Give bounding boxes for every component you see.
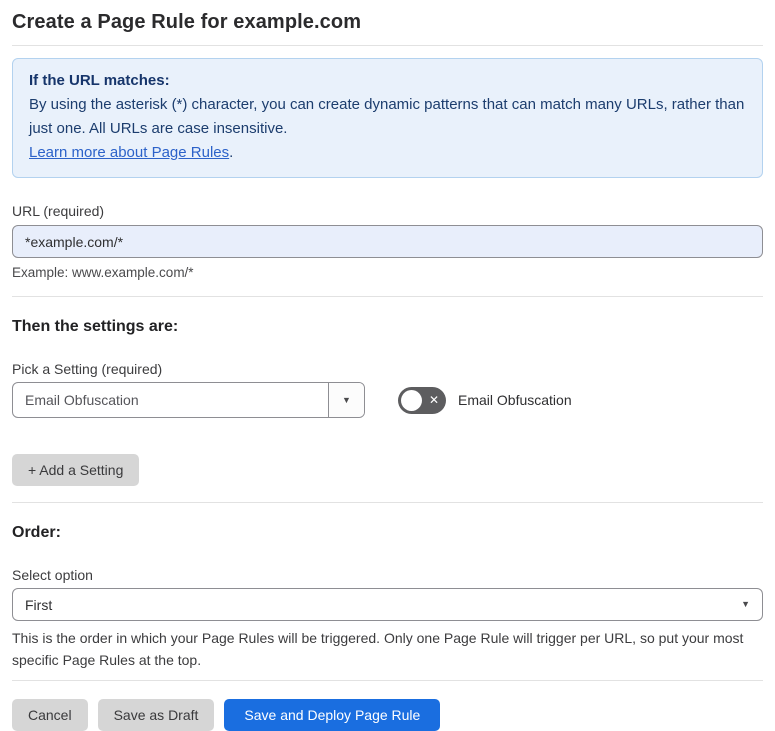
save-as-draft-button[interactable]: Save as Draft xyxy=(97,699,215,731)
order-select-value: First xyxy=(25,596,53,613)
divider xyxy=(12,502,763,503)
create-page-rule-dialog: Create a Page Rule for example.com If th… xyxy=(0,0,775,731)
setting-select-arrow-button[interactable]: ▼ xyxy=(328,383,364,417)
setting-select[interactable]: Email Obfuscation ▼ xyxy=(12,382,365,418)
add-setting-button[interactable]: + Add a Setting xyxy=(12,454,140,486)
footer-actions: Cancel Save as Draft Save and Deploy Pag… xyxy=(12,699,763,731)
chevron-down-icon: ▼ xyxy=(342,394,351,405)
divider xyxy=(12,296,763,297)
link-suffix: . xyxy=(229,144,234,161)
toggle-label: Email Obfuscation xyxy=(458,392,572,408)
order-select-label: Select option xyxy=(12,567,93,583)
url-match-info-box: If the URL matches: By using the asteris… xyxy=(12,58,763,178)
pick-setting-label: Pick a Setting (required) xyxy=(12,361,163,377)
url-input[interactable] xyxy=(12,225,763,258)
toggle-off-x-icon: ✕ xyxy=(428,393,439,407)
info-box-link-line: Learn more about Page Rules. xyxy=(29,141,746,165)
order-help-text: This is the order in which your Page Rul… xyxy=(12,630,744,668)
save-and-deploy-button[interactable]: Save and Deploy Page Rule xyxy=(224,699,441,731)
cancel-button[interactable]: Cancel xyxy=(12,699,88,731)
learn-more-link[interactable]: Learn more about Page Rules xyxy=(29,144,229,161)
settings-section-heading: Then the settings are: xyxy=(12,318,179,335)
divider xyxy=(12,680,763,681)
info-box-body: By using the asterisk (*) character, you… xyxy=(29,96,745,137)
setting-select-value: Email Obfuscation xyxy=(25,392,139,408)
page-title: Create a Page Rule for example.com xyxy=(12,11,362,33)
page-header: Create a Page Rule for example.com xyxy=(12,0,763,46)
chevron-down-icon: ▼ xyxy=(741,599,750,609)
setting-row: Email Obfuscation ▼ ✕ Email Obfuscation xyxy=(12,382,763,418)
url-field-label: URL (required) xyxy=(12,203,105,219)
toggle-knob xyxy=(401,389,422,411)
url-example-text: Example: www.example.com/* xyxy=(12,265,194,280)
order-section-heading: Order: xyxy=(12,524,61,541)
order-select[interactable]: First ▼ xyxy=(12,588,763,621)
email-obfuscation-toggle[interactable]: ✕ xyxy=(398,386,446,414)
info-box-heading: If the URL matches: xyxy=(29,72,170,89)
